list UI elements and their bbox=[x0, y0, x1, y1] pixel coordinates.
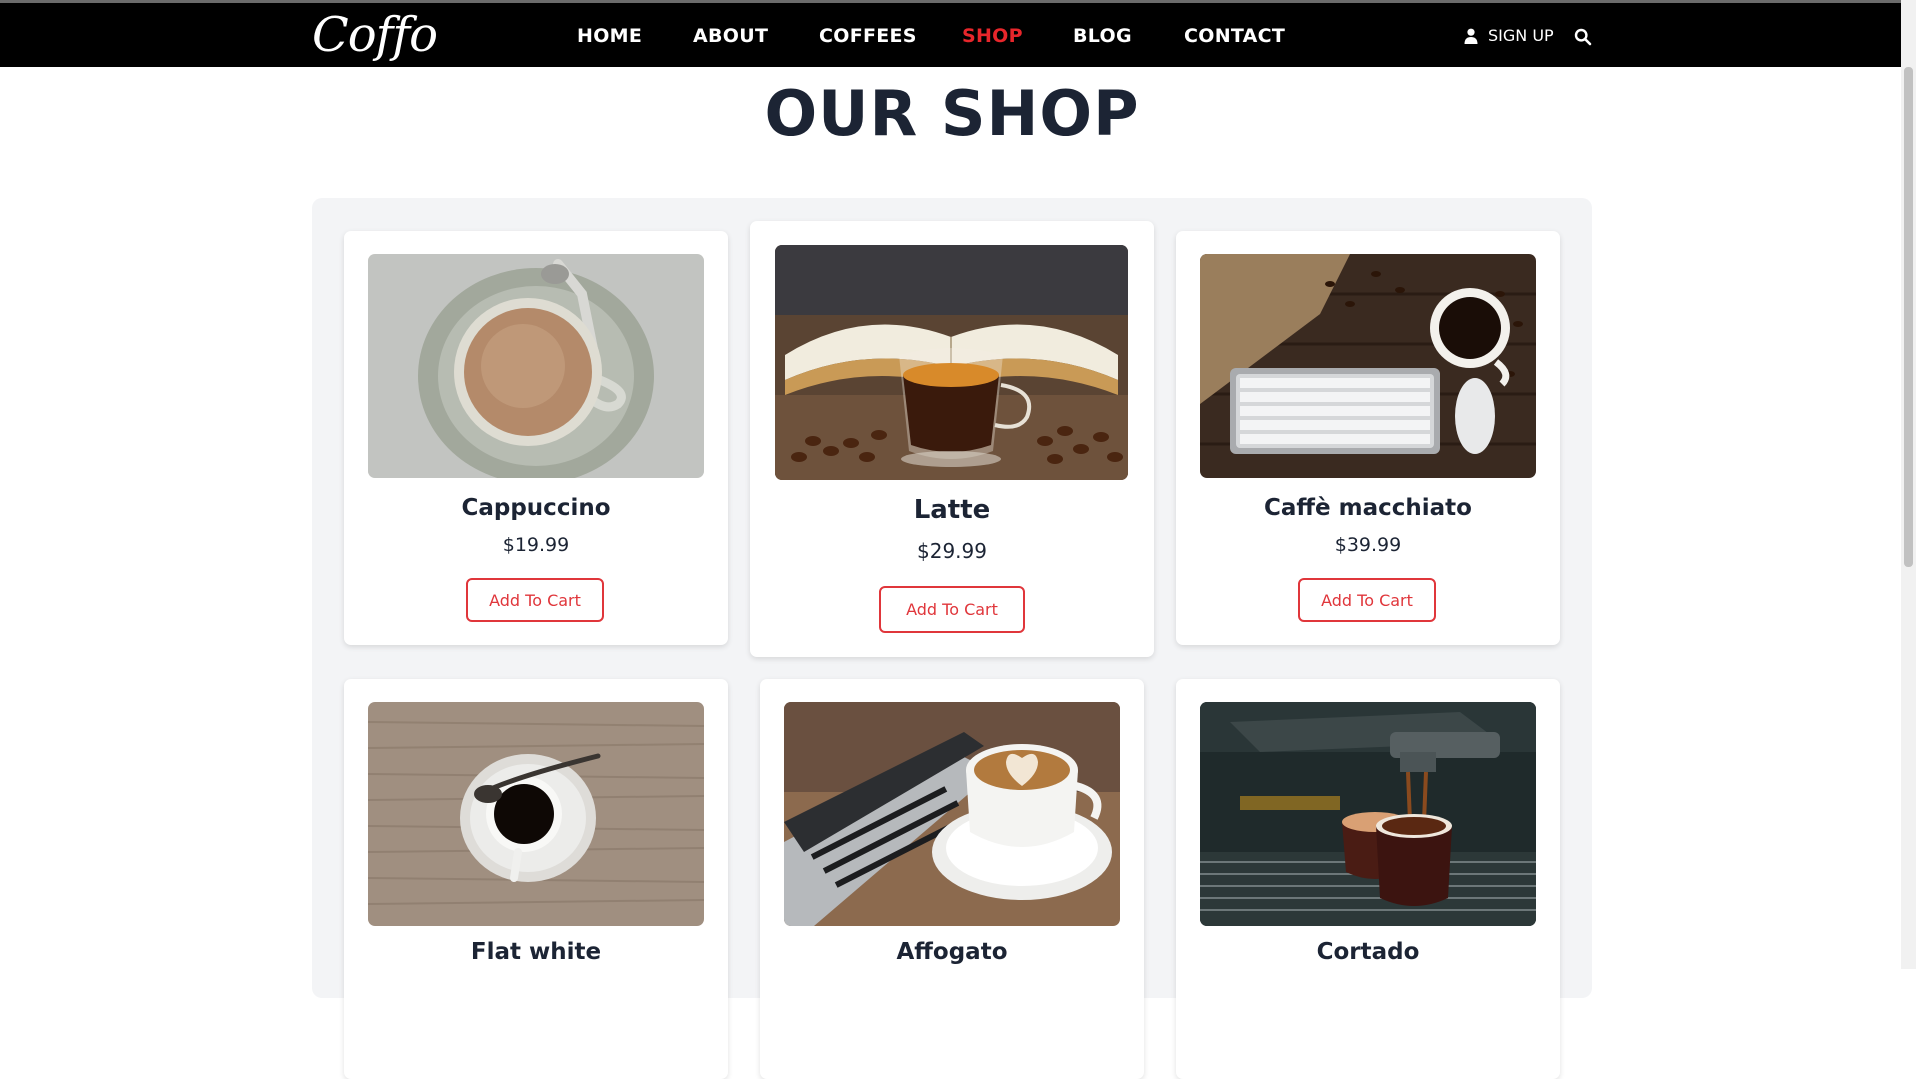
product-name: Latte bbox=[913, 495, 991, 525]
search-button[interactable] bbox=[1574, 28, 1592, 46]
product-card-cappuccino: Cappuccino $19.99 Add To Cart bbox=[344, 231, 728, 645]
nav-home[interactable]: HOME bbox=[577, 25, 642, 47]
product-price: $29.99 bbox=[917, 539, 987, 563]
product-image-affogato[interactable] bbox=[784, 702, 1120, 926]
page-title: OUR SHOP bbox=[764, 77, 1140, 150]
product-card-latte: Latte $29.99 Add To Cart bbox=[750, 221, 1154, 657]
signup-link[interactable]: SIGN UP bbox=[1464, 26, 1554, 46]
nav-shop[interactable]: SHOP bbox=[962, 25, 1023, 47]
search-icon bbox=[1574, 28, 1592, 50]
nav-contact[interactable]: CONTACT bbox=[1184, 25, 1285, 47]
product-image-flat-white[interactable] bbox=[368, 702, 704, 926]
shop-products-panel: Cappuccino $19.99 Add To Cart Latte $29.… bbox=[312, 198, 1592, 1079]
product-card-flat-white: Flat white bbox=[344, 679, 728, 1079]
product-image-caffe-macchiato[interactable] bbox=[1200, 254, 1536, 478]
signup-label: SIGN UP bbox=[1488, 26, 1554, 45]
product-image-latte[interactable] bbox=[775, 245, 1128, 480]
product-card-cortado: Cortado bbox=[1176, 679, 1560, 1079]
add-to-cart-button[interactable]: Add To Cart bbox=[466, 578, 604, 622]
product-price: $19.99 bbox=[502, 534, 570, 556]
product-card-caffe-macchiato: Caffè macchiato $39.99 Add To Cart bbox=[1176, 231, 1560, 645]
nav-about[interactable]: ABOUT bbox=[693, 25, 768, 47]
nav-blog[interactable]: BLOG bbox=[1073, 25, 1132, 47]
product-card-affogato: Affogato bbox=[760, 679, 1144, 1079]
user-icon bbox=[1464, 28, 1478, 44]
nav-coffees[interactable]: COFFEES bbox=[819, 25, 917, 47]
product-name: Cappuccino bbox=[461, 495, 611, 521]
add-to-cart-button[interactable]: Add To Cart bbox=[1298, 578, 1436, 622]
product-price: $39.99 bbox=[1334, 534, 1402, 556]
add-to-cart-button[interactable]: Add To Cart bbox=[879, 586, 1025, 633]
product-image-cortado[interactable] bbox=[1200, 702, 1536, 926]
top-navbar: Coffo HOME ABOUT COFFEES SHOP BLOG CONTA… bbox=[0, 3, 1916, 67]
brand-logo[interactable]: Coffo bbox=[312, 5, 438, 65]
product-name: Caffè macchiato bbox=[1264, 495, 1472, 521]
product-image-cappuccino[interactable] bbox=[368, 254, 704, 478]
product-name: Affogato bbox=[896, 939, 1008, 965]
scrollbar-thumb[interactable] bbox=[1904, 67, 1913, 567]
product-name: Flat white bbox=[470, 939, 602, 965]
product-name: Cortado bbox=[1316, 939, 1420, 965]
